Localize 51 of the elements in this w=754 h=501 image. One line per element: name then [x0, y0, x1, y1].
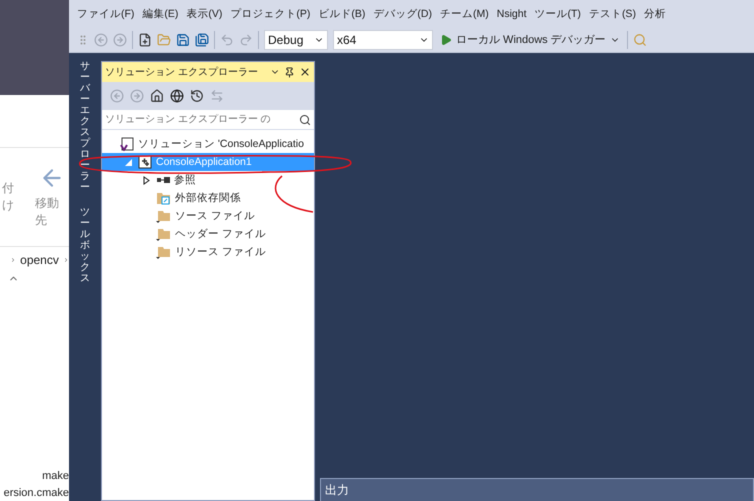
hand-drawn-stroke — [274, 175, 314, 213]
tree-item[interactable]: ヘッダー ファイル — [102, 225, 314, 243]
file-name[interactable]: ersion.cmake — [4, 487, 69, 499]
menu-item[interactable]: ツール(T) — [534, 6, 581, 20]
menu-item[interactable]: デバッグ(D) — [373, 6, 432, 20]
filter-folder-icon — [156, 245, 171, 259]
tree-item[interactable]: 参照 — [102, 171, 314, 189]
solution-icon — [120, 137, 134, 151]
menu-item[interactable]: 分析 — [644, 6, 666, 20]
platform-dropdown[interactable]: x64 — [333, 30, 433, 50]
menu-item[interactable]: 表示(V) — [186, 6, 222, 20]
collapsed-arrow-icon[interactable] — [143, 176, 151, 184]
save-all-icon[interactable] — [195, 32, 209, 46]
filter-folder-icon — [156, 209, 171, 223]
new-file-icon[interactable] — [138, 32, 152, 46]
run-button[interactable]: ローカル Windows デバッガー — [438, 32, 622, 47]
save-icon[interactable] — [176, 32, 190, 46]
tree-item[interactable]: ソース ファイル — [102, 207, 314, 225]
menu-item[interactable]: ファイル(F) — [77, 6, 134, 20]
panel-title: ソリューション エクスプローラー — [105, 66, 259, 79]
move-to-button[interactable]: 移動先 — [34, 165, 69, 229]
history-icon[interactable] — [190, 89, 204, 103]
menu-item[interactable]: ビルド(B) — [318, 6, 366, 20]
side-tab[interactable]: サーバーエクスプローラー — [80, 61, 90, 193]
references-icon — [156, 176, 170, 184]
globe-icon[interactable] — [170, 89, 184, 103]
menu-item[interactable]: プロジェクト(P) — [230, 6, 310, 20]
chevron-right-icon — [62, 255, 69, 265]
tree-item[interactable]: リソース ファイル — [102, 243, 314, 261]
home-icon[interactable] — [150, 89, 164, 103]
menu-item[interactable]: テスト(S) — [588, 6, 636, 20]
menu-item[interactable]: 編集(E) — [142, 6, 178, 20]
tree-item[interactable]: 外部依存関係 — [102, 189, 314, 207]
menu-item[interactable]: Nsight — [496, 8, 527, 20]
menu-item[interactable]: チーム(M) — [440, 6, 489, 20]
chevron-right-icon — [10, 255, 16, 265]
folder-link-icon — [156, 191, 171, 205]
filter-folder-icon — [156, 227, 171, 241]
side-tab[interactable]: ツールボックス — [80, 207, 90, 284]
file-name[interactable]: make — [42, 470, 69, 482]
expanded-arrow-icon[interactable] — [125, 158, 133, 166]
project-icon — [138, 155, 152, 169]
search-icon[interactable] — [299, 114, 311, 126]
close-icon[interactable] — [299, 66, 311, 78]
pin-icon[interactable] — [284, 66, 295, 78]
play-icon — [440, 34, 452, 46]
tree-item[interactable]: ソリューション 'ConsoleApplicatio — [102, 135, 314, 153]
configuration-dropdown[interactable]: Debug — [264, 30, 328, 50]
breadcrumb-item[interactable]: opencv — [20, 253, 59, 267]
ribbon-label: 付け — [2, 180, 15, 214]
output-panel-title: 出力 — [320, 478, 754, 501]
